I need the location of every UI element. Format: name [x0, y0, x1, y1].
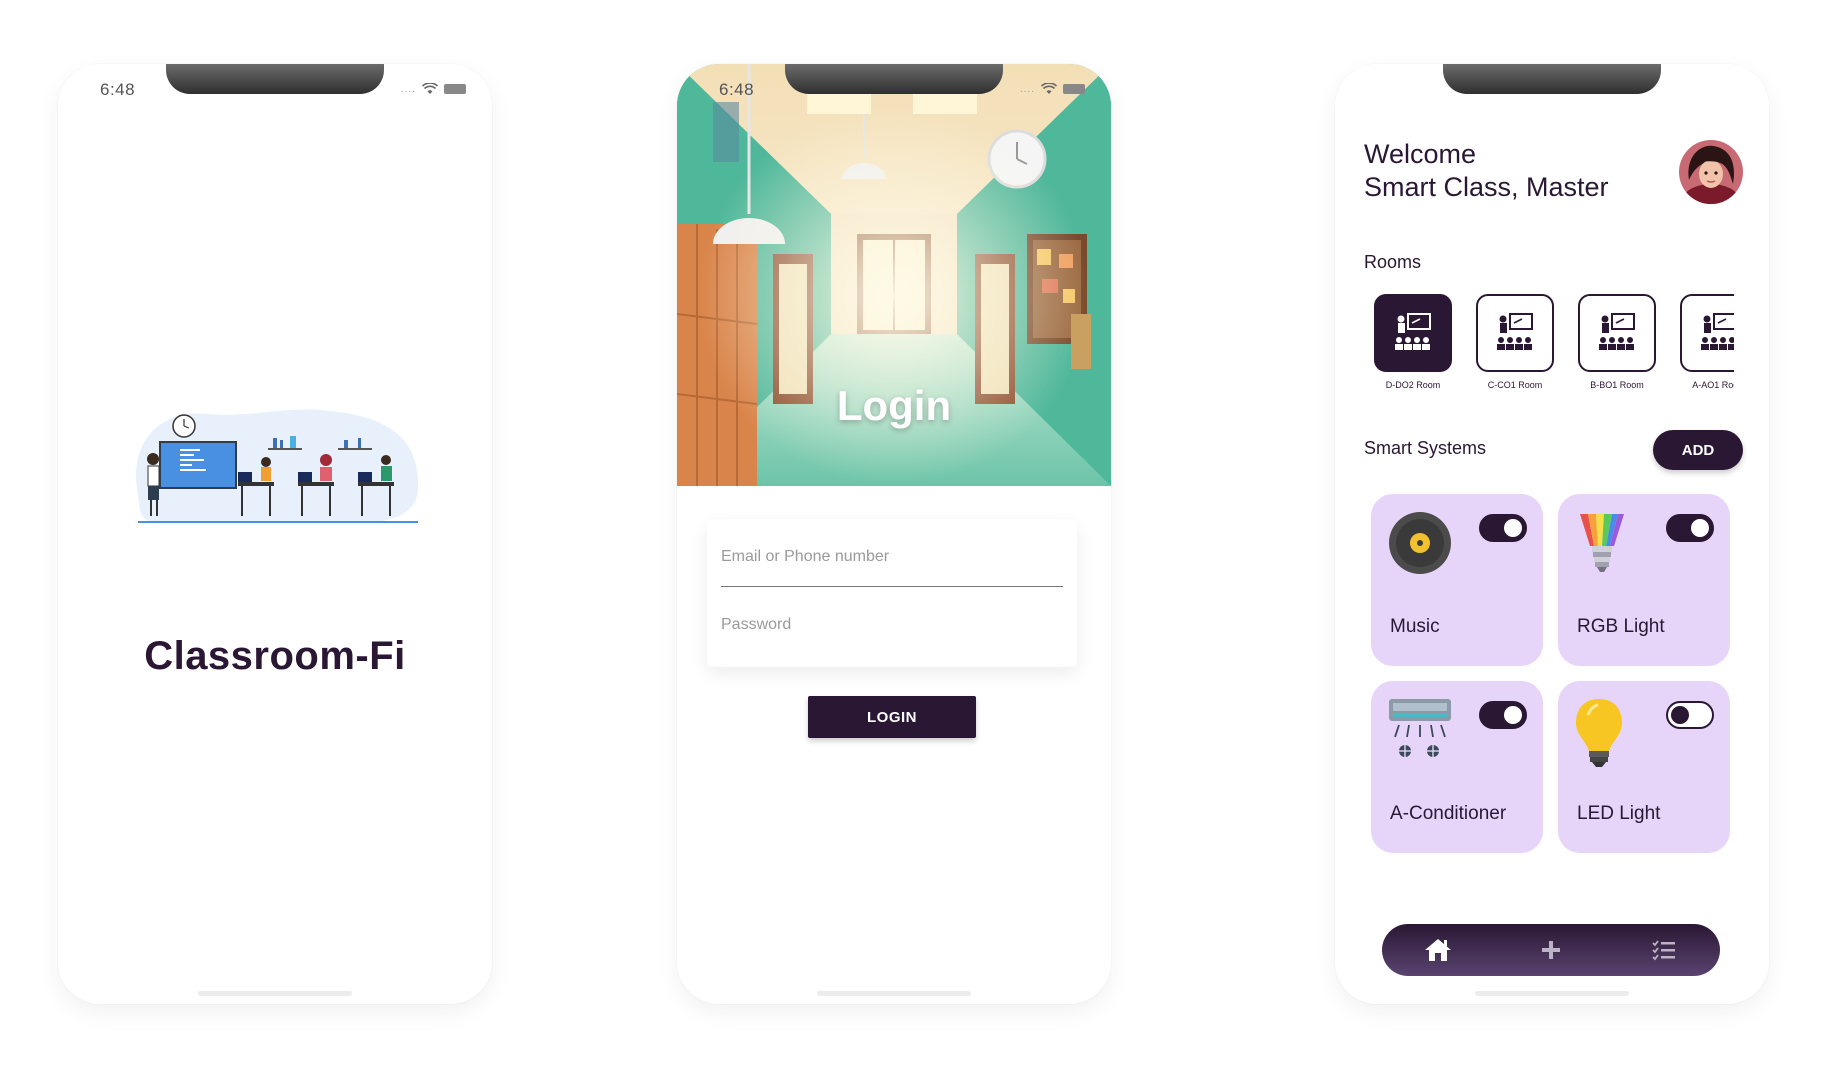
toggle-knob [1504, 519, 1522, 537]
email-input[interactable] [721, 527, 1063, 587]
music-toggle[interactable] [1479, 514, 1527, 542]
status-icons: .... [1020, 83, 1085, 95]
toggle-knob [1671, 706, 1689, 724]
notch [1443, 64, 1661, 94]
plus-icon[interactable] [1531, 930, 1571, 970]
notch [785, 64, 1003, 94]
room-icon-box [1374, 294, 1452, 372]
classroom-icon [1497, 313, 1533, 350]
rooms-row: D-DO2 Room C-CO1 Room B-BO1 Room A-AO1 R… [1374, 294, 1734, 398]
status-time: 6:48 [100, 80, 136, 99]
system-label: Music [1390, 616, 1440, 637]
classroom-icon [1395, 313, 1431, 350]
home-icon[interactable] [1418, 930, 1458, 970]
welcome-line-2: Smart Class, Master [1364, 172, 1609, 202]
room-name: C-CO1 Room [1487, 380, 1543, 390]
room-icon-box [1680, 294, 1734, 372]
avatar[interactable] [1679, 140, 1743, 204]
system-card-led-light[interactable]: LED Light [1558, 681, 1730, 853]
led-light-toggle[interactable] [1666, 701, 1714, 729]
room-b-bo1[interactable]: B-BO1 Room [1578, 294, 1656, 390]
room-name: A-AO1 Room [1692, 380, 1734, 390]
checklist-icon[interactable] [1644, 930, 1684, 970]
welcome-line-1: Welcome [1364, 139, 1477, 169]
classroom-icon [1599, 313, 1635, 350]
battery-icon [1063, 84, 1085, 94]
speaker-icon [1389, 512, 1451, 574]
room-c-co1[interactable]: C-CO1 Room [1476, 294, 1554, 390]
wifi-icon [1041, 83, 1057, 95]
rooms-label: Rooms [1364, 252, 1422, 272]
air-conditioner-icon [1389, 699, 1451, 757]
classroom-icon [1701, 313, 1734, 350]
air-conditioner-toggle[interactable] [1479, 701, 1527, 729]
system-card-air-conditioner[interactable]: A-Conditioner [1371, 681, 1543, 853]
light-bulb-icon [1576, 699, 1622, 767]
notch [166, 64, 384, 94]
toggle-knob [1504, 706, 1522, 724]
home-indicator[interactable] [1475, 991, 1629, 996]
room-icon-box [1578, 294, 1656, 372]
room-a-ao1[interactable]: A-AO1 Room [1680, 294, 1734, 390]
login-form [707, 519, 1077, 667]
room-name: D-DO2 Room [1385, 380, 1441, 390]
smart-systems-label: Smart Systems [1364, 438, 1487, 458]
signal-icon: .... [400, 83, 416, 95]
home-indicator[interactable] [198, 991, 352, 996]
wifi-icon [422, 83, 438, 95]
room-d-do2[interactable]: D-DO2 Room [1374, 294, 1452, 390]
rgb-bulb-icon [1580, 514, 1624, 572]
login-screen: 6:48 .... Login Email or Phone number LO… [677, 64, 1111, 1004]
password-input[interactable] [721, 595, 1063, 655]
login-title: Login [836, 382, 952, 429]
signal-icon: .... [1019, 83, 1035, 95]
system-label: A-Conditioner [1390, 803, 1507, 824]
add-button[interactable]: ADD [1653, 430, 1743, 470]
toggle-knob [1691, 519, 1709, 537]
home-indicator[interactable] [817, 991, 971, 996]
stage: 6:48 .... Classroom-Fi 6:48 .... Login E… [0, 0, 1822, 1068]
home-screen: Welcome Smart Class, Master Rooms D-DO2 … [1335, 64, 1769, 1004]
system-label: LED Light [1577, 803, 1661, 824]
login-button[interactable]: LOGIN [808, 696, 976, 738]
system-card-music[interactable]: Music [1371, 494, 1543, 666]
status-time: 6:48 [719, 80, 755, 99]
welcome-heading: Welcome Smart Class, Master [1364, 138, 1609, 204]
splash-screen: 6:48 .... Classroom-Fi [58, 64, 492, 1004]
room-name: B-BO1 Room [1590, 380, 1644, 390]
bottom-nav [1382, 924, 1720, 976]
status-icons: .... [401, 83, 466, 95]
system-card-rgb-light[interactable]: RGB Light [1558, 494, 1730, 666]
app-name: Classroom-Fi [144, 634, 406, 678]
classroom-illustration [136, 409, 419, 523]
battery-icon [444, 84, 466, 94]
room-icon-box [1476, 294, 1554, 372]
rgb-light-toggle[interactable] [1666, 514, 1714, 542]
system-label: RGB Light [1577, 616, 1665, 637]
